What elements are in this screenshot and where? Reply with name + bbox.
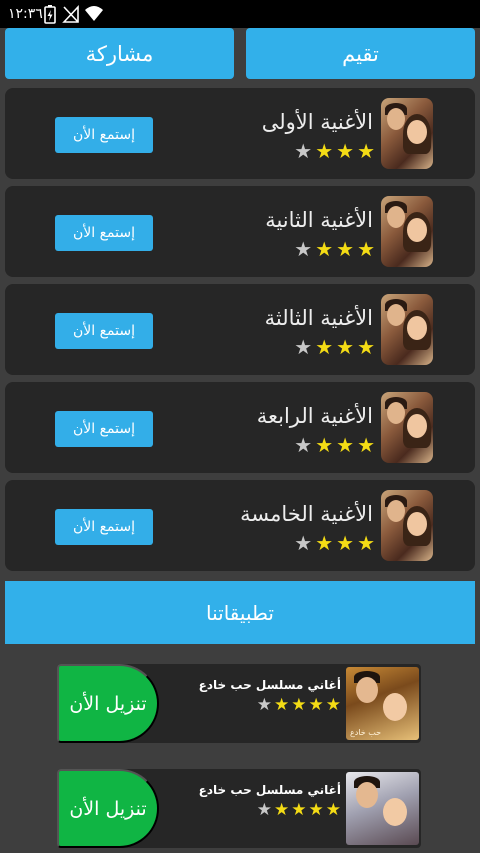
song-card: الأغنية الثالثة ★ ★ ★ ★ إستمع الأن — [5, 284, 475, 375]
app-card[interactable]: تنزيل الأن أغاني مسلسل حب خادع ★ ★ ★ ★ ★… — [57, 664, 421, 743]
status-time: ١٢:٣٦ — [8, 6, 43, 22]
rating-stars: ★ ★ ★ ★ — [294, 533, 375, 553]
song-thumbnail — [381, 98, 433, 169]
star-filled-icon: ★ — [274, 800, 290, 820]
star-filled-icon: ★ — [315, 237, 334, 261]
star-filled-icon: ★ — [325, 695, 341, 715]
wifi-icon — [84, 4, 104, 28]
rating-stars: ★ ★ ★ ★ ★ — [257, 802, 341, 819]
star-filled-icon: ★ — [336, 531, 355, 555]
share-button[interactable]: مشاركة — [5, 28, 234, 79]
star-filled-icon: ★ — [315, 531, 334, 555]
song-card: الأغنية الأولى ★ ★ ★ ★ إستمع الأن — [5, 88, 475, 179]
rate-button[interactable]: تقيم — [246, 28, 475, 79]
star-empty-icon: ★ — [294, 433, 313, 457]
app-thumbnail — [346, 772, 419, 845]
star-filled-icon: ★ — [336, 433, 355, 457]
star-empty-icon: ★ — [294, 237, 313, 261]
star-filled-icon: ★ — [315, 433, 334, 457]
star-filled-icon: ★ — [357, 237, 375, 261]
star-filled-icon: ★ — [291, 695, 307, 715]
battery-charging-icon — [44, 4, 56, 28]
rating-stars: ★ ★ ★ ★ — [294, 239, 375, 259]
app-thumbnail: حب خادع — [346, 667, 419, 740]
song-title: الأغنية الأولى — [261, 110, 373, 134]
listen-now-button[interactable]: إستمع الأن — [55, 215, 153, 251]
star-empty-icon: ★ — [256, 695, 272, 715]
song-thumbnail — [381, 392, 433, 463]
star-filled-icon: ★ — [315, 139, 334, 163]
no-signal-icon — [62, 4, 80, 28]
star-filled-icon: ★ — [308, 800, 324, 820]
song-title: الأغنية الثانية — [265, 208, 373, 232]
song-thumbnail — [381, 196, 433, 267]
star-filled-icon: ★ — [357, 433, 375, 457]
status-bar: ١٢:٣٦ — [0, 0, 480, 28]
app-thumbnail-caption: حب خادع — [350, 728, 382, 737]
star-filled-icon: ★ — [336, 139, 355, 163]
rating-stars: ★ ★ ★ ★ — [294, 435, 375, 455]
download-now-button[interactable]: تنزيل الأن — [57, 769, 159, 848]
star-empty-icon: ★ — [294, 335, 313, 359]
star-filled-icon: ★ — [357, 335, 375, 359]
listen-now-button[interactable]: إستمع الأن — [55, 411, 153, 447]
song-title: الأغنية الخامسة — [240, 502, 373, 526]
star-filled-icon: ★ — [357, 531, 375, 555]
star-filled-icon: ★ — [315, 335, 334, 359]
star-filled-icon: ★ — [308, 695, 324, 715]
star-empty-icon: ★ — [256, 800, 272, 820]
star-filled-icon: ★ — [325, 800, 341, 820]
song-title: الأغنية الرابعة — [256, 404, 373, 428]
star-empty-icon: ★ — [294, 531, 313, 555]
app-title: أغاني مسلسل حب خادع — [198, 783, 341, 797]
listen-now-button[interactable]: إستمع الأن — [55, 509, 153, 545]
listen-now-button[interactable]: إستمع الأن — [55, 117, 153, 153]
song-thumbnail — [381, 490, 433, 561]
rating-stars: ★ ★ ★ ★ — [294, 337, 375, 357]
star-filled-icon: ★ — [357, 139, 375, 163]
rating-stars: ★ ★ ★ ★ ★ — [257, 697, 341, 714]
download-now-button[interactable]: تنزيل الأن — [57, 664, 159, 743]
star-filled-icon: ★ — [291, 800, 307, 820]
star-filled-icon: ★ — [274, 695, 290, 715]
app-title: أغاني مسلسل حب خادع — [198, 678, 341, 692]
star-filled-icon: ★ — [336, 335, 355, 359]
apps-section-title: تطبيقاتنا — [5, 581, 475, 644]
listen-now-button[interactable]: إستمع الأن — [55, 313, 153, 349]
song-card: الأغنية الرابعة ★ ★ ★ ★ إستمع الأن — [5, 382, 475, 473]
star-empty-icon: ★ — [294, 139, 313, 163]
song-thumbnail — [381, 294, 433, 365]
app-card[interactable]: تنزيل الأن أغاني مسلسل حب خادع ★ ★ ★ ★ ★ — [57, 769, 421, 848]
rating-stars: ★ ★ ★ ★ — [294, 141, 375, 161]
song-title: الأغنية الثالثة — [264, 306, 373, 330]
song-card: الأغنية الثانية ★ ★ ★ ★ إستمع الأن — [5, 186, 475, 277]
song-card: الأغنية الخامسة ★ ★ ★ ★ إستمع الأن — [5, 480, 475, 571]
star-filled-icon: ★ — [336, 237, 355, 261]
